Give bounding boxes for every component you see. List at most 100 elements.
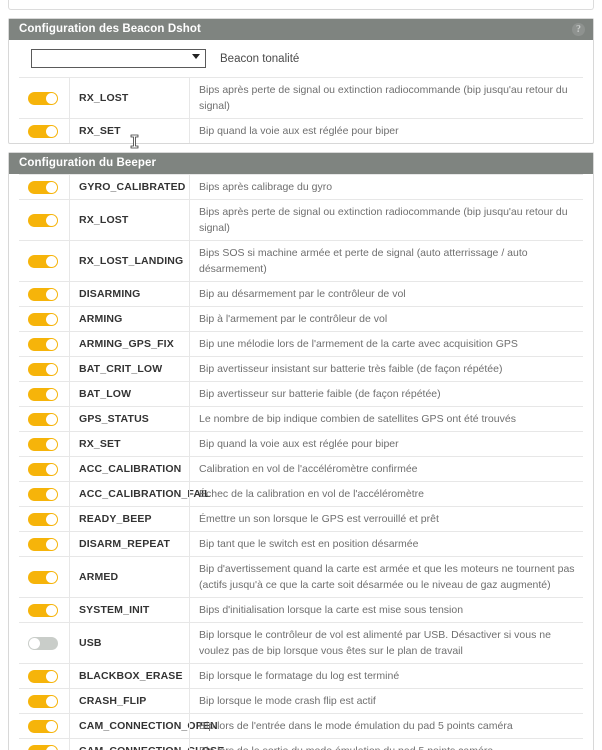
- beeper-description: Calibration en vol de l'accéléromètre co…: [189, 457, 583, 481]
- beeper-row: ACC_CALIBRATION Calibration en vol de l'a…: [19, 456, 583, 481]
- beeper-name-label: READY_BEEP: [69, 507, 189, 531]
- beeper-name-label: ARMING: [69, 307, 189, 331]
- beeper-toggle-cell: [19, 357, 69, 381]
- beeper-name-label: DISARMING: [69, 282, 189, 306]
- beeper-toggle-cam-connection-open[interactable]: [28, 719, 58, 733]
- beeper-toggle-cell: [19, 689, 69, 713]
- beeper-description: Bip lors de la sortie du mode émulation …: [189, 739, 583, 750]
- beeper-toggle-gps-status[interactable]: [28, 412, 58, 426]
- beeper-toggle-cell: [19, 739, 69, 750]
- beeper-toggle-rx-lost-landing[interactable]: [28, 254, 58, 268]
- beeper-description: Le nombre de bip indique combien de sate…: [189, 407, 583, 431]
- toggle-knob: [46, 181, 57, 193]
- toggle-knob: [46, 363, 57, 375]
- beeper-name-label: SYSTEM_INIT: [69, 598, 189, 622]
- beeper-toggle-usb[interactable]: [28, 636, 58, 650]
- beeper-toggle-rx-set[interactable]: [28, 124, 58, 138]
- beeper-name-label: DISARM_REPEAT: [69, 532, 189, 556]
- beeper-toggle-arming[interactable]: [28, 312, 58, 326]
- beeper-row: ACC_CALIBRATION_FAIL Échec de la calibrat…: [19, 481, 583, 506]
- beacon-tone-select[interactable]: [31, 49, 206, 68]
- beeper-row-list: GYRO_CALIBRATED Bips après calibrage du g…: [19, 174, 583, 750]
- dshot-beacon-panel-title: Configuration des Beacon Dshot: [19, 23, 201, 35]
- beeper-row: USB Bip lorsque le contrôleur de vol est …: [19, 622, 583, 663]
- beeper-description: Bips après perte de signal ou extinction…: [189, 78, 583, 118]
- beeper-name-label: GPS_STATUS: [69, 407, 189, 431]
- beeper-name-label: CAM_CONNECTION_OPEN: [69, 714, 218, 738]
- beeper-toggle-armed[interactable]: [28, 570, 58, 584]
- beeper-panel: Configuration du Beeper GYRO_CALIBRATED B…: [8, 152, 594, 750]
- beeper-description: Bip avertisseur sur batterie faible (de …: [189, 382, 583, 406]
- dshot-beacon-panel-header: Configuration des Beacon Dshot ?: [9, 19, 593, 40]
- toggle-knob: [46, 604, 57, 616]
- beeper-toggle-cell: [19, 507, 69, 531]
- dshot-beacon-panel: Configuration des Beacon Dshot ? Beacon …: [8, 18, 594, 144]
- question-mark-icon[interactable]: ?: [572, 23, 585, 36]
- beeper-row: GYRO_CALIBRATED Bips après calibrage du g…: [19, 174, 583, 199]
- beeper-toggle-gyro-calibrated[interactable]: [28, 180, 58, 194]
- beeper-toggle-cell: [19, 532, 69, 556]
- beeper-toggle-blackbox-erase[interactable]: [28, 669, 58, 683]
- beeper-row: ARMING_GPS_FIX Bip une mélodie lors de l'…: [19, 331, 583, 356]
- beeper-toggle-rx-lost[interactable]: [28, 91, 58, 105]
- beeper-row: SYSTEM_INIT Bips d'initialisation lorsque…: [19, 597, 583, 622]
- beeper-description: Bip d'avertissement quand la carte est a…: [189, 557, 583, 597]
- beeper-name-label: ACC_CALIBRATION: [69, 457, 189, 481]
- toggle-knob: [46, 571, 57, 583]
- beeper-toggle-system-init[interactable]: [28, 603, 58, 617]
- beeper-toggle-acc-calibration-fail[interactable]: [28, 487, 58, 501]
- beeper-toggle-bat-low[interactable]: [28, 387, 58, 401]
- beeper-toggle-disarming[interactable]: [28, 287, 58, 301]
- toggle-knob: [46, 388, 57, 400]
- toggle-knob: [46, 338, 57, 350]
- beeper-toggle-rx-lost[interactable]: [28, 213, 58, 227]
- beeper-description: Bip avertisseur insistant sur batterie t…: [189, 357, 583, 381]
- beeper-toggle-cell: [19, 200, 69, 240]
- beeper-toggle-cell: [19, 557, 69, 597]
- beeper-panel-body: GYRO_CALIBRATED Bips après calibrage du g…: [9, 174, 593, 750]
- beeper-toggle-rx-set[interactable]: [28, 437, 58, 451]
- beeper-description: Bip lors de l'entrée dans le mode émulat…: [189, 714, 583, 738]
- beeper-toggle-cell: [19, 664, 69, 688]
- beeper-name-label: CAM_CONNECTION_CLOSE: [69, 739, 224, 750]
- beeper-name-label: BLACKBOX_ERASE: [69, 664, 189, 688]
- beeper-toggle-acc-calibration[interactable]: [28, 462, 58, 476]
- toggle-knob: [46, 488, 57, 500]
- beeper-toggle-cell: [19, 241, 69, 281]
- beeper-description: Bips après calibrage du gyro: [189, 175, 583, 199]
- beeper-row: DISARMING Bip au désarmement par le contr…: [19, 281, 583, 306]
- toggle-knob: [46, 538, 57, 550]
- beeper-toggle-bat-crit-low[interactable]: [28, 362, 58, 376]
- beeper-name-label: RX_LOST: [69, 78, 189, 118]
- toggle-knob: [46, 670, 57, 682]
- toggle-knob: [46, 313, 57, 325]
- beeper-name-label: RX_LOST: [69, 200, 189, 240]
- toggle-knob: [29, 637, 40, 649]
- beeper-row: RX_SET Bip quand la voie aux est réglée p…: [19, 118, 583, 143]
- beeper-description: Bip lorsque le formatage du log est term…: [189, 664, 583, 688]
- beeper-name-label: GYRO_CALIBRATED: [69, 175, 189, 199]
- toggle-knob: [46, 745, 57, 750]
- beeper-name-label: ACC_CALIBRATION_FAIL: [69, 482, 211, 506]
- toggle-knob: [46, 125, 57, 137]
- beeper-name-label: RX_SET: [69, 119, 189, 143]
- beeper-description: Bip lorsque le contrôleur de vol est ali…: [189, 623, 583, 663]
- beeper-name-label: ARMING_GPS_FIX: [69, 332, 189, 356]
- beeper-toggle-ready-beep[interactable]: [28, 512, 58, 526]
- beeper-description: Bips SOS si machine armée et perte de si…: [189, 241, 583, 281]
- toggle-knob: [46, 255, 57, 267]
- beeper-row: BAT_CRIT_LOW Bip avertisseur insistant su…: [19, 356, 583, 381]
- beeper-toggle-crash-flip[interactable]: [28, 694, 58, 708]
- beeper-description: Bip au désarmement par le contrôleur de …: [189, 282, 583, 306]
- previous-panel-bottom-edge: [8, 0, 594, 10]
- beeper-toggle-arming-gps-fix[interactable]: [28, 337, 58, 351]
- beeper-name-label: CRASH_FLIP: [69, 689, 189, 713]
- beeper-toggle-disarm-repeat[interactable]: [28, 537, 58, 551]
- beeper-row: CRASH_FLIP Bip lorsque le mode crash flip…: [19, 688, 583, 713]
- beeper-panel-header: Configuration du Beeper: [9, 153, 593, 174]
- dshot-beacon-row-list: RX_LOST Bips après perte de signal ou ext…: [19, 77, 583, 143]
- toggle-knob: [46, 513, 57, 525]
- dshot-beacon-panel-body: Beacon tonalité RX_LOST Bips après perte …: [9, 40, 593, 143]
- beeper-toggle-cam-connection-close[interactable]: [28, 744, 58, 750]
- beeper-row: RX_SET Bip quand la voie aux est réglée p…: [19, 431, 583, 456]
